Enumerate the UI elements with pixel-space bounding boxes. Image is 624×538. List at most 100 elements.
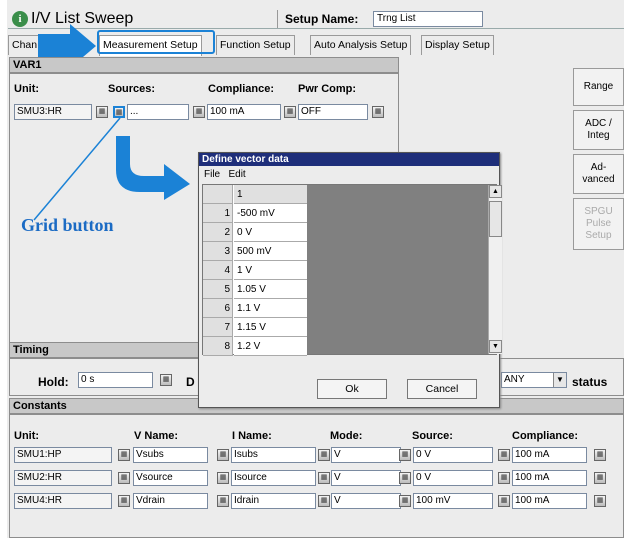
- const-mode-field[interactable]: V: [331, 470, 401, 486]
- calculator-icon[interactable]: ▦: [594, 495, 606, 507]
- calculator-icon[interactable]: ▦: [217, 449, 229, 461]
- setup-name-label: Setup Name:: [285, 12, 359, 26]
- var1-compliance-field[interactable]: 100 mA: [207, 104, 281, 120]
- range-button[interactable]: Range: [573, 68, 624, 106]
- grid-cell[interactable]: 1.05 V: [234, 280, 307, 299]
- calculator-icon[interactable]: ▦: [318, 449, 330, 461]
- grid-cell[interactable]: 500 mV: [234, 242, 307, 261]
- ok-button[interactable]: Ok: [317, 379, 387, 399]
- var1-source-field[interactable]: ...: [127, 104, 189, 120]
- const-vname-field[interactable]: Vdrain: [133, 493, 208, 509]
- scroll-down-icon[interactable]: ▼: [489, 340, 502, 353]
- calculator-icon[interactable]: ▦: [498, 472, 510, 484]
- grid-cell[interactable]: 1.2 V: [234, 337, 307, 356]
- const-source-field[interactable]: 100 mV: [413, 493, 493, 509]
- var1-compliance-label: Compliance:: [208, 83, 275, 95]
- grid-row-number: 8: [203, 337, 233, 356]
- scroll-thumb[interactable]: [489, 201, 502, 237]
- var1-pwr-comp-field[interactable]: OFF: [298, 104, 368, 120]
- scroll-up-icon[interactable]: ▲: [489, 185, 502, 198]
- grid-row-number: 4: [203, 261, 233, 280]
- grid-column-header[interactable]: 1: [234, 185, 307, 204]
- calculator-icon[interactable]: ▦: [118, 495, 130, 507]
- info-icon[interactable]: i: [12, 11, 28, 27]
- const-source-field[interactable]: 0 V: [413, 447, 493, 463]
- dialog-title: Define vector data: [199, 153, 499, 166]
- tab-highlight-box: [97, 30, 215, 54]
- calculator-icon[interactable]: ▦: [594, 449, 606, 461]
- const-iname-field[interactable]: Isource: [231, 470, 316, 486]
- calculator-icon[interactable]: ▦: [399, 472, 411, 484]
- tab-display-setup[interactable]: Display Setup: [421, 35, 494, 55]
- const-unit-field[interactable]: SMU1:HP: [14, 447, 112, 463]
- constants-row: SMU2:HR ▦ Vsource ▦ Isource ▦ V ▦ 0 V ▦ …: [0, 470, 624, 488]
- calculator-icon[interactable]: ▦: [498, 495, 510, 507]
- grid-row-number: 1: [203, 204, 233, 223]
- constants-row: SMU4:HR ▦ Vdrain ▦ Idrain ▦ V ▦ 100 mV ▦…: [0, 493, 624, 511]
- const-mode-field[interactable]: V: [331, 447, 401, 463]
- cancel-button[interactable]: Cancel: [407, 379, 477, 399]
- tab-auto-analysis-setup[interactable]: Auto Analysis Setup: [310, 35, 412, 55]
- calculator-icon[interactable]: ▦: [399, 449, 411, 461]
- calculator-icon[interactable]: ▦: [498, 449, 510, 461]
- status-label: status: [572, 375, 608, 389]
- var1-sources-label: Sources:: [108, 83, 156, 95]
- grid-cell[interactable]: 0 V: [234, 223, 307, 242]
- calculator-icon[interactable]: ▦: [318, 472, 330, 484]
- grid-cell[interactable]: 1.15 V: [234, 318, 307, 337]
- status-select-value: ANY: [504, 374, 525, 385]
- grid-cell[interactable]: -500 mV: [234, 204, 307, 223]
- calculator-icon[interactable]: ▦: [372, 106, 384, 118]
- grid-cell[interactable]: 1 V: [234, 261, 307, 280]
- calculator-icon[interactable]: ▦: [193, 106, 205, 118]
- dialog-menu-bar: File Edit: [204, 169, 246, 180]
- const-mode-field[interactable]: V: [331, 493, 401, 509]
- title-divider: [277, 10, 278, 28]
- calculator-icon[interactable]: ▦: [118, 472, 130, 484]
- advanced-button[interactable]: Ad-vanced: [573, 154, 624, 194]
- menu-file[interactable]: File: [204, 169, 220, 180]
- grid-scrollbar[interactable]: ▲ ▼: [488, 185, 502, 354]
- var1-pwr-comp-label: Pwr Comp:: [298, 83, 357, 95]
- calculator-icon[interactable]: ▦: [217, 472, 229, 484]
- grid-cell[interactable]: 1.1 V: [234, 299, 307, 318]
- calculator-icon[interactable]: ▦: [594, 472, 606, 484]
- grid-button-annotation: Grid button: [21, 215, 114, 235]
- constants-source-label: Source:: [412, 430, 453, 442]
- status-select[interactable]: ANY ▼: [501, 372, 567, 388]
- const-compliance-field[interactable]: 100 mA: [512, 493, 587, 509]
- adc-integ-button[interactable]: ADC / Integ: [573, 110, 624, 150]
- grid-row-number: 3: [203, 242, 233, 261]
- tab-function-setup[interactable]: Function Setup: [216, 35, 295, 55]
- chevron-down-icon[interactable]: ▼: [553, 373, 566, 387]
- hold-label: Hold:: [38, 375, 69, 389]
- vector-grid: 1 1 -500 mV 2 0 V 3 500 mV 4 1 V 5 1.05 …: [202, 184, 502, 356]
- curved-arrow-icon: [116, 136, 190, 200]
- const-unit-field[interactable]: SMU2:HR: [14, 470, 112, 486]
- define-vector-dialog: Define vector data File Edit 1 1 -500 mV…: [198, 152, 502, 408]
- calculator-icon[interactable]: ▦: [399, 495, 411, 507]
- constants-mode-label: Mode:: [330, 430, 363, 442]
- grid-row-number: 2: [203, 223, 233, 242]
- setup-name-field[interactable]: Trng List: [373, 11, 483, 27]
- const-compliance-field[interactable]: 100 mA: [512, 470, 587, 486]
- calculator-icon[interactable]: ▦: [217, 495, 229, 507]
- const-iname-field[interactable]: Isubs: [231, 447, 316, 463]
- const-vname-field[interactable]: Vsource: [133, 470, 208, 486]
- calculator-icon[interactable]: ▦: [318, 495, 330, 507]
- constants-iname-label: I Name:: [232, 430, 272, 442]
- const-vname-field[interactable]: Vsubs: [133, 447, 208, 463]
- calculator-icon[interactable]: ▦: [284, 106, 296, 118]
- hold-field[interactable]: 0 s: [78, 372, 153, 388]
- grid-corner: [203, 185, 233, 204]
- constants-unit-label: Unit:: [14, 430, 40, 442]
- const-source-field[interactable]: 0 V: [413, 470, 493, 486]
- var1-unit-label: Unit:: [14, 83, 40, 95]
- const-iname-field[interactable]: Idrain: [231, 493, 316, 509]
- calculator-icon[interactable]: ▦: [160, 374, 172, 386]
- const-unit-field[interactable]: SMU4:HR: [14, 493, 112, 509]
- calculator-icon[interactable]: ▦: [118, 449, 130, 461]
- spgu-pulse-setup-button: SPGU Pulse Setup: [573, 198, 624, 250]
- menu-edit[interactable]: Edit: [228, 169, 245, 180]
- const-compliance-field[interactable]: 100 mA: [512, 447, 587, 463]
